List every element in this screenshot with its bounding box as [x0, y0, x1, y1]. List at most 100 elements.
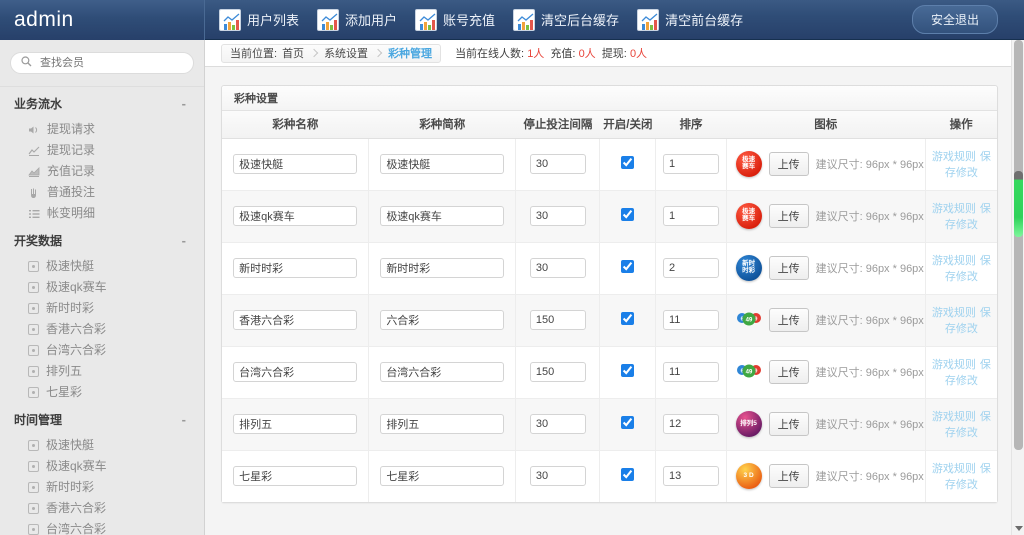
lottery-name-input[interactable] — [233, 362, 357, 382]
stop-interval-input[interactable] — [530, 466, 586, 486]
column-header: 彩种名称 — [222, 111, 369, 138]
logout-button[interactable]: 安全退出 — [912, 5, 998, 34]
sidebar-item-5[interactable]: 台湾六合彩 — [0, 519, 204, 535]
stop-interval-input[interactable] — [530, 154, 586, 174]
stop-interval-input[interactable] — [530, 362, 586, 382]
scroll-down-arrow-icon[interactable] — [1015, 526, 1023, 531]
table-row: 新时时彩上传建议尺寸: 96px * 96px游戏规则保存修改 — [222, 242, 997, 294]
stop-interval-input[interactable] — [530, 310, 586, 330]
recharge-value: 0人 — [579, 48, 596, 60]
sidebar-item-2[interactable]: 极速qk赛车 — [0, 456, 204, 477]
stop-interval-input[interactable] — [530, 258, 586, 278]
lottery-name-input[interactable] — [233, 154, 357, 174]
enable-checkbox[interactable] — [621, 468, 634, 481]
top-nav-item[interactable]: 用户列表 — [219, 9, 299, 31]
enable-checkbox[interactable] — [621, 416, 634, 429]
sidebar-item-2[interactable]: 提现记录 — [0, 140, 204, 161]
top-nav-item[interactable]: 账号充值 — [415, 9, 495, 31]
game-rule-link[interactable]: 游戏规则 — [932, 411, 976, 423]
cell-actions: 游戏规则保存修改 — [925, 138, 997, 190]
search-box[interactable] — [10, 52, 194, 74]
sort-order-input[interactable] — [663, 362, 719, 382]
upload-button[interactable]: 上传 — [769, 152, 809, 176]
game-rule-link[interactable]: 游戏规则 — [932, 203, 976, 215]
sidebar-item-7[interactable]: 七星彩 — [0, 382, 204, 403]
sidebar-item-4[interactable]: 普通投注 — [0, 182, 204, 203]
sort-order-input[interactable] — [663, 310, 719, 330]
top-nav-item[interactable]: 清空前台缓存 — [637, 9, 743, 31]
lottery-short-input[interactable] — [380, 466, 504, 486]
sidebar-group-toggle-icon[interactable]: - — [182, 412, 190, 427]
sort-order-input[interactable] — [663, 154, 719, 174]
lottery-short-input[interactable] — [380, 258, 504, 278]
sidebar-item-1[interactable]: 提现请求 — [0, 119, 204, 140]
page-scrollbar[interactable] — [1011, 40, 1024, 535]
lottery-name-input[interactable] — [233, 414, 357, 434]
sidebar-item-3[interactable]: 充值记录 — [0, 161, 204, 182]
sidebar-group-toggle-icon[interactable]: - — [182, 233, 190, 248]
sidebar-item-6[interactable]: 排列五 — [0, 361, 204, 382]
lottery-name-input[interactable] — [233, 310, 357, 330]
game-rule-link[interactable]: 游戏规则 — [932, 307, 976, 319]
stop-interval-input[interactable] — [530, 206, 586, 226]
enable-checkbox[interactable] — [621, 260, 634, 273]
size-hint: 建议尺寸: 96px * 96px — [816, 364, 924, 380]
lottery-name-input[interactable] — [233, 258, 357, 278]
sidebar-item-4[interactable]: 香港六合彩 — [0, 498, 204, 519]
search-input[interactable] — [38, 56, 184, 70]
upload-button[interactable]: 上传 — [769, 256, 809, 280]
game-rule-link[interactable]: 游戏规则 — [932, 151, 976, 163]
game-rule-link[interactable]: 游戏规则 — [932, 359, 976, 371]
game-rule-link[interactable]: 游戏规则 — [932, 255, 976, 267]
sidebar-item-label: 极速快艇 — [46, 258, 94, 275]
game-rule-link[interactable]: 游戏规则 — [932, 463, 976, 475]
sort-order-input[interactable] — [663, 258, 719, 278]
sidebar-item-1[interactable]: 极速快艇 — [0, 435, 204, 456]
enable-checkbox[interactable] — [621, 312, 634, 325]
lottery-short-input[interactable] — [380, 362, 504, 382]
upload-button[interactable]: 上传 — [769, 412, 809, 436]
sidebar-item-3[interactable]: 新时时彩 — [0, 477, 204, 498]
lottery-short-input[interactable] — [380, 414, 504, 434]
lottery-logo-icon: 新时时彩 — [736, 255, 762, 281]
sort-order-input[interactable] — [663, 466, 719, 486]
enable-checkbox[interactable] — [621, 208, 634, 221]
top-nav-item[interactable]: 清空后台缓存 — [513, 9, 619, 31]
enable-checkbox[interactable] — [621, 156, 634, 169]
lottery-short-input[interactable] — [380, 154, 504, 174]
breadcrumb-section[interactable]: 系统设置 — [324, 45, 368, 61]
sidebar-group-header[interactable]: 业务流水 - — [0, 87, 204, 119]
sidebar-item-5[interactable]: 帐变明细 — [0, 203, 204, 224]
cell-icon: 6949上传建议尺寸: 96px * 96px — [726, 294, 925, 346]
lottery-name-input[interactable] — [233, 466, 357, 486]
sidebar-group-header[interactable]: 时间管理- — [0, 403, 204, 435]
online-stats: 当前在线人数: 1人 充值: 0人 提现: 0人 — [455, 45, 647, 61]
enable-checkbox[interactable] — [621, 364, 634, 377]
breadcrumb-home[interactable]: 首页 — [282, 45, 304, 61]
sidebar-group-title: 业务流水 — [14, 95, 62, 112]
sidebar-item-5[interactable]: 台湾六合彩 — [0, 340, 204, 361]
size-hint: 建议尺寸: 96px * 96px — [816, 312, 924, 328]
scrollbar-thumb[interactable] — [1014, 171, 1023, 237]
stop-interval-input[interactable] — [530, 414, 586, 434]
cell-icon: 6949上传建议尺寸: 96px * 96px — [726, 346, 925, 398]
upload-button[interactable]: 上传 — [769, 204, 809, 228]
sidebar-item-4[interactable]: 香港六合彩 — [0, 319, 204, 340]
lottery-short-input[interactable] — [380, 206, 504, 226]
top-nav-item[interactable]: 添加用户 — [317, 9, 397, 31]
upload-button[interactable]: 上传 — [769, 308, 809, 332]
sidebar-item-1[interactable]: 极速快艇 — [0, 256, 204, 277]
cell-sort — [656, 398, 726, 450]
lottery-short-input[interactable] — [380, 310, 504, 330]
sidebar-group-header[interactable]: 开奖数据- — [0, 224, 204, 256]
sort-order-input[interactable] — [663, 414, 719, 434]
lottery-name-input[interactable] — [233, 206, 357, 226]
upload-button[interactable]: 上传 — [769, 360, 809, 384]
sidebar-group-toggle-icon[interactable]: - — [182, 96, 190, 111]
online-value: 1人 — [527, 48, 544, 60]
sort-order-input[interactable] — [663, 206, 719, 226]
sidebar-item-3[interactable]: 新时时彩 — [0, 298, 204, 319]
sidebar-item-2[interactable]: 极速qk赛车 — [0, 277, 204, 298]
scrollbar-track[interactable] — [1014, 40, 1023, 450]
upload-button[interactable]: 上传 — [769, 464, 809, 488]
